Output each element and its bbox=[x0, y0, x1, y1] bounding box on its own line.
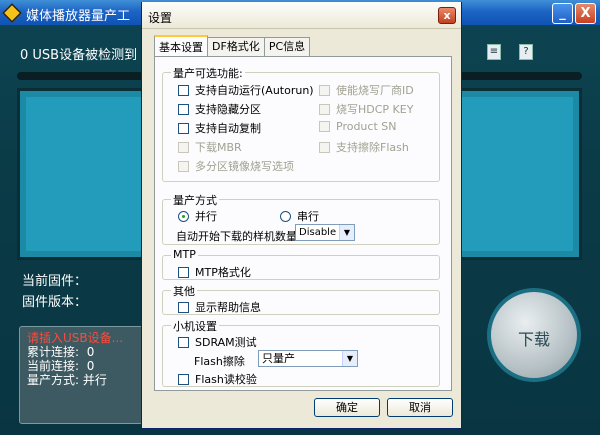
auto-start-label: 自动开始下载的样机数量 bbox=[176, 230, 297, 243]
dialog-title: 设置 bbox=[148, 11, 173, 25]
current-firmware-label: 当前固件： bbox=[22, 274, 88, 289]
mtp-group-title: MTP bbox=[171, 248, 198, 261]
dialog-close-button[interactable]: x bbox=[438, 7, 456, 24]
mtp-format-checkbox[interactable]: MTP格式化 bbox=[178, 264, 251, 280]
total-connect-line: 累计连接: 0 bbox=[27, 345, 95, 359]
auto-start-count-select[interactable]: Disable ▼ bbox=[295, 224, 355, 241]
app-logo-icon bbox=[2, 3, 22, 23]
download-mbr-checkbox: 下载MBR bbox=[178, 139, 242, 155]
tab-pc-info[interactable]: PC信息 bbox=[263, 37, 311, 57]
serial-radio[interactable]: 串行 bbox=[280, 208, 319, 224]
dialog-titlebar: 设置 x bbox=[142, 2, 461, 29]
device-status-text: 0 USB设备被检测到 bbox=[20, 48, 138, 63]
minimize-button[interactable]: _ bbox=[552, 3, 573, 24]
mode-line: 量产方式: 并行 bbox=[27, 373, 107, 387]
chevron-down-icon: ▼ bbox=[339, 225, 354, 240]
firmware-version-label: 固件版本： bbox=[22, 295, 88, 310]
app-title: 媒体播放器量产工 bbox=[26, 9, 131, 24]
sdram-test-checkbox[interactable]: SDRAM测试 bbox=[178, 334, 257, 350]
tab-strip: 基本设置 DF格式化 PC信息 bbox=[154, 35, 311, 57]
erase-flash-checkbox: 支持擦除Flash bbox=[319, 139, 409, 155]
show-help-checkbox[interactable]: 显示帮助信息 bbox=[178, 299, 261, 315]
download-button[interactable]: 下载 bbox=[487, 288, 581, 382]
ok-button[interactable]: 确定 bbox=[314, 398, 380, 417]
current-connect-line: 当前连接: 0 bbox=[27, 359, 95, 373]
auto-copy-checkbox[interactable]: 支持自动复制 bbox=[178, 120, 261, 136]
log-panel: 请插入USB设备... 累计连接: 0 当前连接: 0 量产方式: 并行 bbox=[19, 326, 143, 424]
download-label: 下载 bbox=[517, 330, 550, 349]
autorun-checkbox[interactable]: 支持自动运行(Autorun) bbox=[178, 82, 314, 98]
functions-group-title: 量产可选功能: bbox=[171, 65, 245, 81]
help-icon[interactable]: ? bbox=[519, 44, 533, 60]
flash-erase-label: Flash擦除 bbox=[194, 355, 245, 368]
vendor-id-checkbox: 使能烧写厂商ID bbox=[319, 82, 414, 98]
settings-dialog: 设置 x 基本设置 DF格式化 PC信息 量产可选功能: 支持自动运行(Auto… bbox=[141, 2, 462, 429]
document-icon[interactable]: ≡ bbox=[487, 44, 501, 60]
tab-df-format[interactable]: DF格式化 bbox=[207, 37, 265, 57]
tab-basic-settings[interactable]: 基本设置 bbox=[154, 35, 208, 57]
flash-erase-select[interactable]: 只量产 ▼ bbox=[258, 350, 358, 367]
cancel-button[interactable]: 取消 bbox=[387, 398, 453, 417]
flash-verify-checkbox[interactable]: Flash读校验 bbox=[178, 371, 257, 387]
small-machine-group-title: 小机设置 bbox=[171, 318, 219, 334]
mode-group-title: 量产方式 bbox=[171, 192, 219, 208]
multi-partition-checkbox: 多分区镜像烧写选项 bbox=[178, 158, 294, 174]
chevron-down-icon: ▼ bbox=[342, 351, 357, 366]
insert-device-prompt: 请插入USB设备... bbox=[27, 331, 124, 345]
hidden-partition-checkbox[interactable]: 支持隐藏分区 bbox=[178, 101, 261, 117]
product-sn-checkbox: Product SN bbox=[319, 120, 396, 133]
parallel-radio[interactable]: 并行 bbox=[178, 208, 217, 224]
hdcp-key-checkbox: 烧写HDCP KEY bbox=[319, 101, 413, 117]
close-button[interactable]: X bbox=[575, 3, 596, 24]
other-group-title: 其他 bbox=[171, 283, 197, 299]
